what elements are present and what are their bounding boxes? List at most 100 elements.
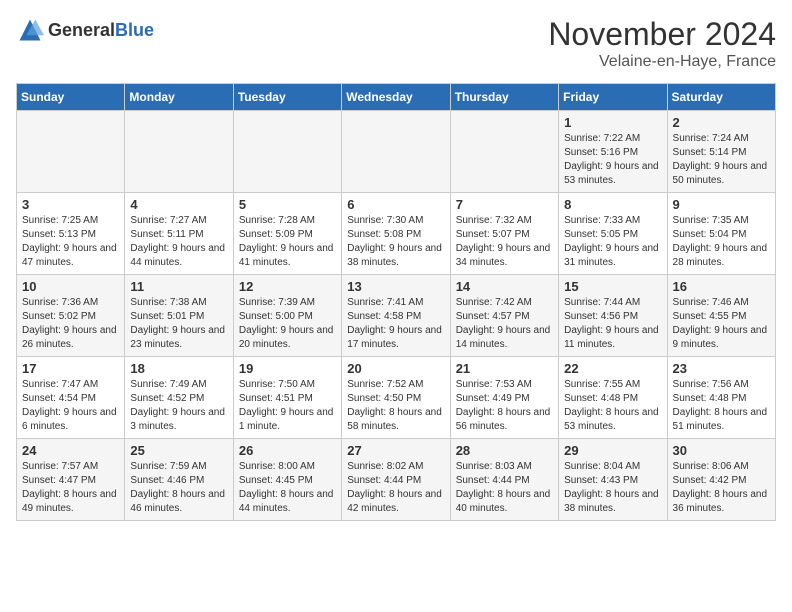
day-detail: Sunrise: 7:25 AM Sunset: 5:13 PM Dayligh…	[22, 214, 119, 270]
calendar-cell: 25 Sunrise: 7:59 AM Sunset: 4:46 PM Dayli…	[125, 439, 233, 521]
day-number: 6	[347, 197, 444, 212]
title-area: November 2024 Velaine-en-Haye, France	[548, 16, 776, 71]
location-title: Velaine-en-Haye, France	[548, 53, 776, 71]
calendar-cell: 21Sunrise: 7:53 AM Sunset: 4:49 PM Dayli…	[450, 357, 558, 439]
day-detail: Sunrise: 7:39 AM Sunset: 5:00 PM Dayligh…	[239, 296, 336, 352]
day-detail: Sunrise: 7:38 AM Sunset: 5:01 PM Dayligh…	[130, 296, 227, 352]
day-number: 14	[456, 279, 553, 294]
calendar-cell	[125, 111, 233, 193]
day-detail: Sunrise: 7:57 AM Sunset: 4:47 PM Dayligh…	[22, 460, 119, 516]
day-number: 26	[239, 443, 336, 458]
day-number: 8	[564, 197, 661, 212]
calendar-cell: 13 Sunrise: 7:41 AM Sunset: 4:58 PM Dayli…	[342, 275, 450, 357]
calendar-cell	[233, 111, 341, 193]
day-detail: Sunrise: 8:04 AM Sunset: 4:43 PM Dayligh…	[564, 460, 661, 516]
calendar-cell: 3 Sunrise: 7:25 AM Sunset: 5:13 PM Daylig…	[17, 193, 125, 275]
day-number: 12	[239, 279, 336, 294]
day-detail: Sunrise: 8:03 AM Sunset: 4:44 PM Dayligh…	[456, 460, 553, 516]
day-number: 2	[673, 115, 770, 130]
day-number: 5	[239, 197, 336, 212]
day-number: 25	[130, 443, 227, 458]
day-detail: Sunrise: 7:28 AM Sunset: 5:09 PM Dayligh…	[239, 214, 336, 270]
day-number: 30	[673, 443, 770, 458]
calendar-cell: 10 Sunrise: 7:36 AM Sunset: 5:02 PM Dayli…	[17, 275, 125, 357]
day-number: 28	[456, 443, 553, 458]
weekday-header: Wednesday	[342, 84, 450, 111]
calendar-cell	[17, 111, 125, 193]
day-number: 3	[22, 197, 119, 212]
calendar-cell: 22 Sunrise: 7:55 AM Sunset: 4:48 PM Dayli…	[559, 357, 667, 439]
weekday-header: Sunday	[17, 84, 125, 111]
calendar-cell: 17 Sunrise: 7:47 AM Sunset: 4:54 PM Dayli…	[17, 357, 125, 439]
calendar-cell	[450, 111, 558, 193]
day-detail: Sunrise: 7:55 AM Sunset: 4:48 PM Dayligh…	[564, 378, 661, 434]
day-number: 1	[564, 115, 661, 130]
day-number: 22	[564, 361, 661, 376]
day-number: 11	[130, 279, 227, 294]
weekday-header: Saturday	[667, 84, 775, 111]
weekday-header: Friday	[559, 84, 667, 111]
day-number: 13	[347, 279, 444, 294]
calendar-cell: 26 Sunrise: 8:00 AM Sunset: 4:45 PM Dayli…	[233, 439, 341, 521]
page-header: GeneralBlue November 2024 Velaine-en-Hay…	[16, 16, 776, 71]
day-number: 9	[673, 197, 770, 212]
day-number: 29	[564, 443, 661, 458]
day-detail: Sunrise: 7:49 AM Sunset: 4:52 PM Dayligh…	[130, 378, 227, 434]
calendar-cell: 30 Sunrise: 8:06 AM Sunset: 4:42 PM Dayli…	[667, 439, 775, 521]
calendar-cell: 28 Sunrise: 8:03 AM Sunset: 4:44 PM Dayli…	[450, 439, 558, 521]
calendar-cell: 4Sunrise: 7:27 AM Sunset: 5:11 PM Daylig…	[125, 193, 233, 275]
day-detail: Sunrise: 8:06 AM Sunset: 4:42 PM Dayligh…	[673, 460, 770, 516]
day-detail: Sunrise: 7:46 AM Sunset: 4:55 PM Dayligh…	[673, 296, 770, 352]
day-number: 23	[673, 361, 770, 376]
day-detail: Sunrise: 7:53 AM Sunset: 4:49 PM Dayligh…	[456, 378, 553, 434]
day-detail: Sunrise: 7:35 AM Sunset: 5:04 PM Dayligh…	[673, 214, 770, 270]
day-detail: Sunrise: 7:27 AM Sunset: 5:11 PM Dayligh…	[130, 214, 227, 270]
calendar-cell: 15 Sunrise: 7:44 AM Sunset: 4:56 PM Dayli…	[559, 275, 667, 357]
calendar-cell: 14 Sunrise: 7:42 AM Sunset: 4:57 PM Dayli…	[450, 275, 558, 357]
day-detail: Sunrise: 8:00 AM Sunset: 4:45 PM Dayligh…	[239, 460, 336, 516]
day-number: 27	[347, 443, 444, 458]
calendar-cell: 1Sunrise: 7:22 AM Sunset: 5:16 PM Daylig…	[559, 111, 667, 193]
calendar-cell: 23Sunrise: 7:56 AM Sunset: 4:48 PM Dayli…	[667, 357, 775, 439]
weekday-header: Tuesday	[233, 84, 341, 111]
day-detail: Sunrise: 7:50 AM Sunset: 4:51 PM Dayligh…	[239, 378, 336, 434]
day-number: 16	[673, 279, 770, 294]
logo-icon	[16, 16, 44, 44]
day-number: 24	[22, 443, 119, 458]
calendar-cell: 9 Sunrise: 7:35 AM Sunset: 5:04 PM Daylig…	[667, 193, 775, 275]
calendar-cell: 20Sunrise: 7:52 AM Sunset: 4:50 PM Dayli…	[342, 357, 450, 439]
day-detail: Sunrise: 7:42 AM Sunset: 4:57 PM Dayligh…	[456, 296, 553, 352]
day-number: 19	[239, 361, 336, 376]
logo-text-general: General	[48, 20, 115, 40]
logo-text-blue: Blue	[115, 20, 154, 40]
day-number: 7	[456, 197, 553, 212]
day-detail: Sunrise: 7:44 AM Sunset: 4:56 PM Dayligh…	[564, 296, 661, 352]
logo: GeneralBlue	[16, 16, 154, 44]
day-detail: Sunrise: 7:24 AM Sunset: 5:14 PM Dayligh…	[673, 132, 770, 188]
day-number: 15	[564, 279, 661, 294]
day-number: 17	[22, 361, 119, 376]
day-number: 10	[22, 279, 119, 294]
day-detail: Sunrise: 7:36 AM Sunset: 5:02 PM Dayligh…	[22, 296, 119, 352]
day-detail: Sunrise: 8:02 AM Sunset: 4:44 PM Dayligh…	[347, 460, 444, 516]
day-detail: Sunrise: 7:59 AM Sunset: 4:46 PM Dayligh…	[130, 460, 227, 516]
calendar-cell: 6 Sunrise: 7:30 AM Sunset: 5:08 PM Daylig…	[342, 193, 450, 275]
calendar-cell: 8Sunrise: 7:33 AM Sunset: 5:05 PM Daylig…	[559, 193, 667, 275]
day-number: 18	[130, 361, 227, 376]
day-detail: Sunrise: 7:41 AM Sunset: 4:58 PM Dayligh…	[347, 296, 444, 352]
calendar-cell: 19 Sunrise: 7:50 AM Sunset: 4:51 PM Dayli…	[233, 357, 341, 439]
calendar-cell: 24 Sunrise: 7:57 AM Sunset: 4:47 PM Dayli…	[17, 439, 125, 521]
day-detail: Sunrise: 7:30 AM Sunset: 5:08 PM Dayligh…	[347, 214, 444, 270]
weekday-header: Thursday	[450, 84, 558, 111]
calendar-cell: 7Sunrise: 7:32 AM Sunset: 5:07 PM Daylig…	[450, 193, 558, 275]
calendar-cell: 2 Sunrise: 7:24 AM Sunset: 5:14 PM Daylig…	[667, 111, 775, 193]
calendar-cell: 11 Sunrise: 7:38 AM Sunset: 5:01 PM Dayli…	[125, 275, 233, 357]
weekday-header: Monday	[125, 84, 233, 111]
calendar-cell: 27 Sunrise: 8:02 AM Sunset: 4:44 PM Dayli…	[342, 439, 450, 521]
day-number: 20	[347, 361, 444, 376]
calendar-cell: 18 Sunrise: 7:49 AM Sunset: 4:52 PM Dayli…	[125, 357, 233, 439]
calendar-cell	[342, 111, 450, 193]
day-detail: Sunrise: 7:47 AM Sunset: 4:54 PM Dayligh…	[22, 378, 119, 434]
month-title: November 2024	[548, 16, 776, 53]
calendar-cell: 5 Sunrise: 7:28 AM Sunset: 5:09 PM Daylig…	[233, 193, 341, 275]
